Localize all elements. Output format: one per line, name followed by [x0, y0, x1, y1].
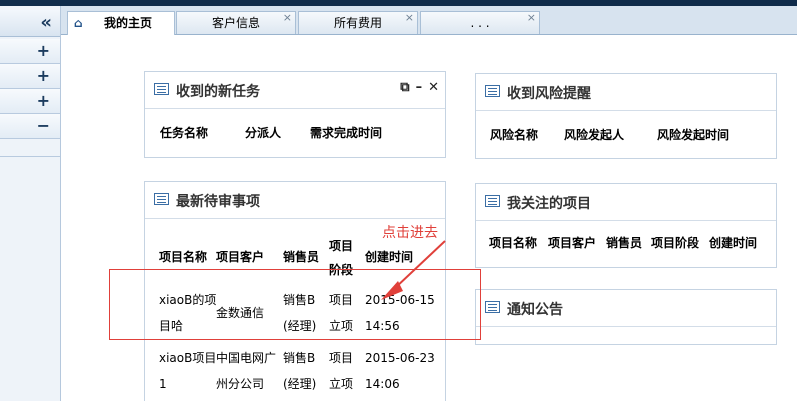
annotation-arrow: [381, 240, 446, 300]
